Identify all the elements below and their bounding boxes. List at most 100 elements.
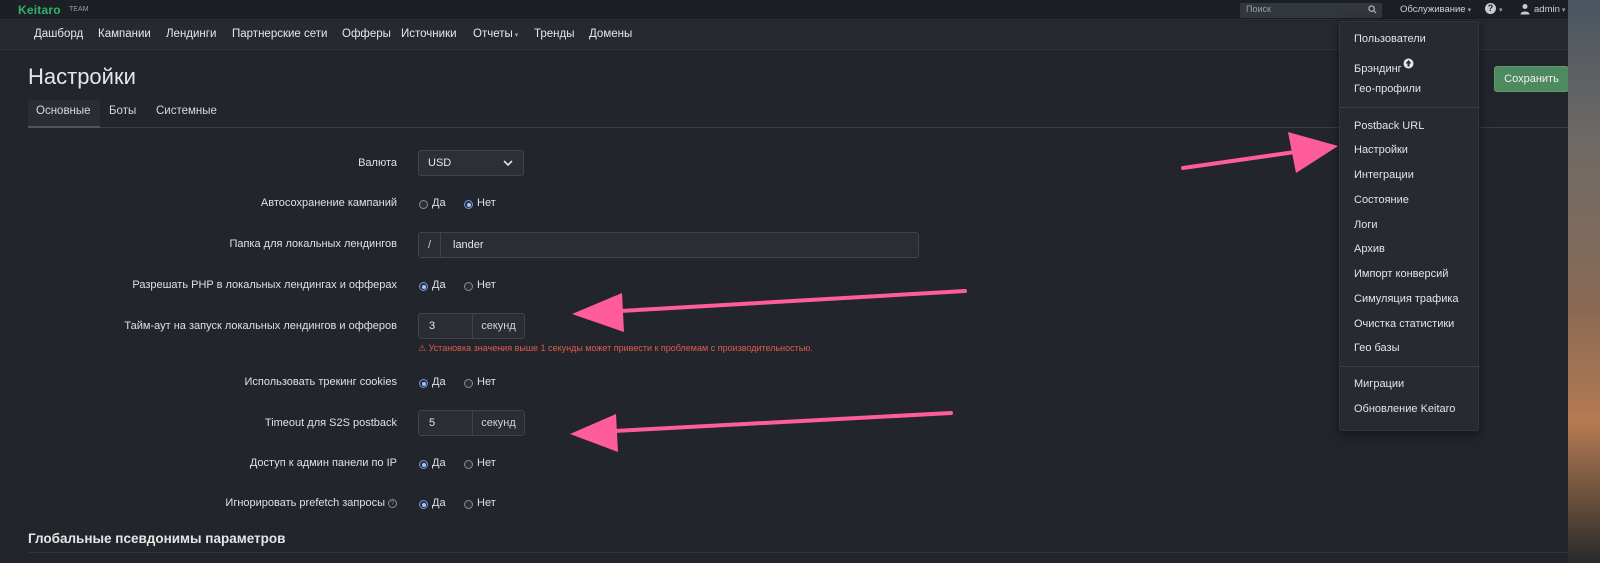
top-bar: Keitaro TEAM Поиск Обслуживание ▾ ? ▾ adm… — [0, 0, 1568, 20]
chevron-down-icon: ▾ — [1467, 7, 1472, 14]
help-icon[interactable]: ? — [1485, 3, 1496, 14]
nav-item-offers[interactable]: Офферы — [342, 28, 391, 40]
s2s-unit: секунд — [472, 411, 524, 435]
service-dropdown-menu: Пользователи Брэндинг Гео-профили Postba… — [1339, 21, 1480, 431]
cookies-label: Использовать трекинг cookies — [244, 376, 397, 388]
logo-sub: TEAM — [69, 6, 89, 13]
menu-item-import-conversions[interactable]: Импорт конверсий — [1354, 268, 1448, 280]
tab-bots[interactable]: Боты — [109, 105, 136, 117]
currency-select[interactable]: USD — [418, 150, 524, 176]
menu-item-clear-stats[interactable]: Очистка статистики — [1354, 318, 1454, 330]
menu-item-update-keitaro[interactable]: Обновление Keitaro — [1354, 403, 1455, 415]
menu-item-traffic-simulation[interactable]: Симуляция трафика — [1354, 293, 1459, 305]
menu-item-integrations[interactable]: Интеграции — [1354, 169, 1414, 181]
s2s-label: Timeout для S2S postback — [264, 417, 397, 429]
autosave-no-label: Нет — [477, 197, 496, 209]
nav-reports-label: Отчеты — [473, 28, 513, 40]
user-menu-toggle[interactable]: admin ▾ — [1534, 4, 1565, 15]
main-nav: Дашборд Кампании Лендинги Партнерские се… — [0, 21, 1568, 50]
timeout-value: 3 — [429, 320, 436, 332]
search-input[interactable]: Поиск — [1240, 3, 1382, 18]
section-title: Глобальные псевдонимы параметров — [28, 531, 286, 546]
nav-item-domains[interactable]: Домены — [589, 28, 632, 40]
ip-yes-radio[interactable] — [419, 460, 428, 469]
nav-item-sources[interactable]: Источники — [401, 28, 457, 40]
timeout-unit: секунд — [472, 314, 524, 338]
prefetch-no-radio[interactable] — [464, 500, 473, 509]
tab-system[interactable]: Системные — [156, 105, 217, 117]
menu-item-logs[interactable]: Логи — [1354, 219, 1378, 231]
autosave-no-radio[interactable] — [464, 200, 473, 209]
timeout-label: Тайм-аут на запуск локальных лендингов и… — [124, 320, 397, 332]
service-label: Обслуживание — [1400, 4, 1466, 15]
nav-item-reports[interactable]: Отчеты ▾ — [473, 28, 518, 40]
chevron-down-icon: ▾ — [514, 32, 519, 39]
arrow-to-timeout — [572, 289, 967, 332]
lander-dir-label: Папка для локальных лендингов — [229, 238, 397, 250]
php-label: Разрешать PHP в локальных лендингах и оф… — [132, 279, 397, 291]
ip-label: Доступ к админ панели по IP — [249, 457, 397, 469]
upload-icon — [1403, 58, 1414, 69]
chevron-down-icon: ▾ — [1561, 7, 1566, 14]
nav-item-landings[interactable]: Лендинги — [166, 28, 216, 40]
lander-dir-prefix: / — [419, 233, 441, 257]
search-placeholder: Поиск — [1246, 4, 1271, 14]
currency-label: Валюта — [358, 157, 397, 169]
divider — [28, 552, 1569, 553]
menu-item-geo-databases[interactable]: Гео базы — [1354, 342, 1400, 354]
ip-no-radio[interactable] — [464, 460, 473, 469]
menu-item-branding[interactable]: Брэндинг — [1354, 58, 1414, 75]
timeout-warning: ⚠ Установка значения выше 1 секунды може… — [418, 343, 813, 353]
php-yes-radio[interactable] — [419, 282, 428, 291]
autosave-label: Автосохранение кампаний — [260, 197, 397, 209]
help-caret[interactable]: ▾ — [1497, 4, 1503, 15]
lander-dir-value: lander — [453, 239, 484, 251]
ip-yes-label: Да — [432, 457, 446, 469]
nav-item-dashboard[interactable]: Дашборд — [34, 28, 83, 40]
arrow-to-s2s-timeout — [570, 411, 953, 452]
logo[interactable]: Keitaro — [18, 3, 61, 17]
s2s-value: 5 — [429, 417, 436, 429]
s2s-input[interactable]: 5 секунд — [418, 410, 525, 436]
prefetch-label: Игнорировать prefetch запросы? — [225, 497, 397, 509]
menu-item-archive[interactable]: Архив — [1354, 243, 1385, 255]
autosave-yes-radio[interactable] — [419, 200, 428, 209]
prefetch-label-text: Игнорировать prefetch запросы — [225, 497, 385, 509]
menu-divider — [1340, 107, 1480, 108]
chevron-down-icon: ▾ — [1499, 7, 1503, 14]
cookies-no-label: Нет — [477, 376, 496, 388]
cookies-no-radio[interactable] — [464, 379, 473, 388]
menu-item-branding-label: Брэндинг — [1354, 63, 1402, 75]
info-icon[interactable]: ? — [388, 499, 397, 508]
prefetch-yes-radio[interactable] — [419, 500, 428, 509]
menu-item-status[interactable]: Состояние — [1354, 194, 1409, 206]
page-title: Настройки — [28, 64, 136, 89]
menu-item-geo-profiles[interactable]: Гео-профили — [1354, 83, 1421, 95]
user-label: admin — [1534, 4, 1560, 15]
menu-item-settings[interactable]: Настройки — [1354, 144, 1408, 156]
autosave-yes-label: Да — [432, 197, 446, 209]
nav-item-affiliate-networks[interactable]: Партнерские сети — [232, 28, 327, 40]
search-icon — [1368, 5, 1377, 14]
currency-value: USD — [428, 157, 452, 169]
service-menu-toggle[interactable]: Обслуживание ▾ — [1400, 4, 1471, 15]
save-button[interactable]: Сохранить — [1494, 66, 1569, 92]
chevron-down-icon — [503, 160, 513, 167]
prefetch-no-label: Нет — [477, 497, 496, 509]
prefetch-yes-label: Да — [432, 497, 446, 509]
timeout-input[interactable]: 3 секунд — [418, 313, 525, 339]
window-edge — [1568, 0, 1600, 563]
menu-item-users[interactable]: Пользователи — [1354, 33, 1426, 45]
lander-dir-input[interactable]: / lander — [418, 232, 919, 258]
cookies-yes-radio[interactable] — [419, 379, 428, 388]
user-icon — [1520, 4, 1530, 15]
php-no-radio[interactable] — [464, 282, 473, 291]
nav-item-campaigns[interactable]: Кампании — [98, 28, 151, 40]
nav-item-trends[interactable]: Тренды — [534, 28, 575, 40]
ip-no-label: Нет — [477, 457, 496, 469]
arrow-to-settings-menu — [1181, 132, 1338, 173]
menu-item-migrations[interactable]: Миграции — [1354, 378, 1404, 390]
menu-item-postback-url[interactable]: Postback URL — [1354, 120, 1424, 132]
menu-divider — [1340, 366, 1480, 367]
tab-general[interactable]: Основные — [36, 105, 91, 117]
